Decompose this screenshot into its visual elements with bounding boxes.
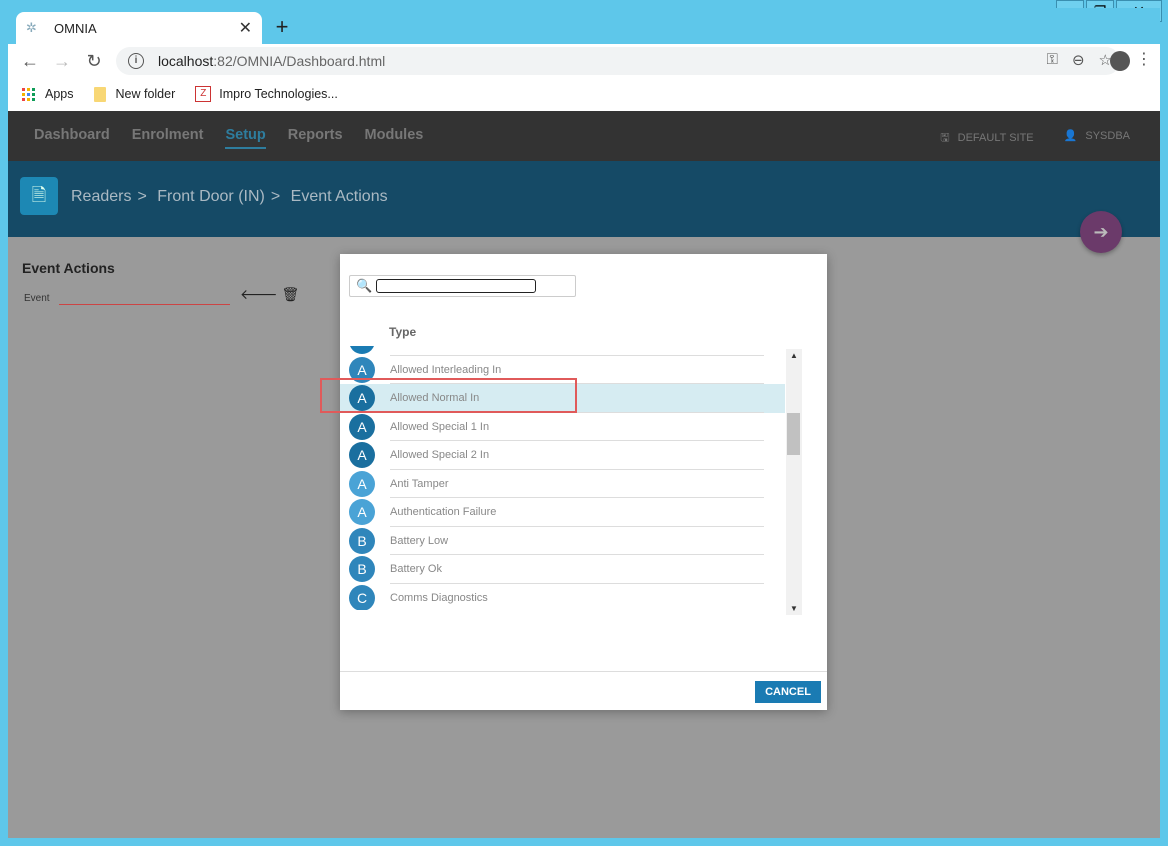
- letter-avatar: A: [349, 442, 375, 468]
- breadcrumb-event-actions: Event Actions: [290, 188, 388, 205]
- event-label: Event: [24, 293, 50, 304]
- letter-avatar: A: [349, 470, 375, 497]
- bookmark-label: New folder: [115, 87, 176, 101]
- column-header-type: Type: [389, 325, 417, 339]
- list-item[interactable]: A Anti Tamper: [340, 470, 785, 498]
- list-item-label: Authentication Failure: [390, 506, 497, 518]
- list-item-label: Battery Low: [390, 534, 449, 547]
- bookmarks-bar: Apps New folder Z Impro Technologies...: [8, 78, 1160, 110]
- tab-title: OMNIA: [54, 20, 97, 36]
- bookmark-impro[interactable]: Z Impro Technologies...: [195, 86, 338, 102]
- apps-grid-icon: [22, 87, 35, 101]
- event-field[interactable]: [59, 304, 230, 305]
- back-icon[interactable]: ←: [14, 51, 46, 72]
- back-fab-button[interactable]: ➔: [1080, 211, 1122, 253]
- menu-dots-icon[interactable]: ⋮: [1136, 49, 1152, 69]
- nav-right: 🖫 DEFAULT SITE 👤 SYSDBA: [940, 129, 1130, 148]
- list-item[interactable]: A Allowed Special 1 In: [340, 413, 785, 441]
- cancel-button[interactable]: CANCEL: [755, 681, 821, 703]
- site-selector[interactable]: 🖫 DEFAULT SITE: [940, 129, 1033, 148]
- app-navbar: Dashboard Enrolment Setup Reports Module…: [8, 111, 1160, 161]
- arrow-left-icon[interactable]: 🡐: [240, 286, 278, 303]
- floppy-icon: 🖫: [940, 132, 950, 144]
- search-box: 🔍: [349, 275, 576, 297]
- folder-icon: [93, 86, 106, 102]
- event-actions: 🡐 🗑: [240, 286, 299, 303]
- impro-logo-icon: Z: [195, 86, 212, 102]
- letter-avatar: B: [349, 556, 375, 582]
- list-item[interactable]: A Allowed Hosted Visitor In: [340, 346, 785, 356]
- omnibox-actions: ⚿ ⊖ ☆: [1047, 51, 1112, 69]
- selection-highlight-box: [320, 378, 577, 413]
- letter-avatar: C: [349, 584, 375, 610]
- document-alert-icon: 🗎: [20, 177, 58, 215]
- scroll-down-icon[interactable]: ▼: [786, 604, 802, 613]
- url-text: localhost:82/OMNIA/Dashboard.html: [158, 53, 386, 69]
- new-tab-button[interactable]: +: [270, 14, 294, 40]
- list-item-label: Battery Ok: [390, 563, 442, 575]
- list-item-label: Anti Tamper: [390, 477, 449, 490]
- site-label: DEFAULT SITE: [957, 132, 1034, 144]
- user-icon: 👤: [1063, 130, 1078, 142]
- list-item-label: Allowed Interleading In: [390, 363, 502, 376]
- tab-strip: ✲ OMNIA ✕ +: [8, 8, 1160, 44]
- list-item-label: Allowed Special 2 In: [390, 449, 490, 461]
- omnia-favicon-icon: ✲: [26, 20, 37, 35]
- nav-dashboard[interactable]: Dashboard: [34, 127, 110, 149]
- letter-avatar: A: [349, 346, 375, 354]
- browser-toolbar: ← → ↻ i localhost:82/OMNIA/Dashboard.htm…: [8, 44, 1160, 78]
- close-tab-icon[interactable]: ✕: [239, 18, 252, 38]
- list-item[interactable]: B Battery Ok: [340, 555, 785, 584]
- search-input[interactable]: [376, 279, 537, 293]
- list-item-label: Allowed Special 1 In: [390, 420, 490, 433]
- scroll-up-icon[interactable]: ▲: [786, 351, 802, 360]
- browser-tab[interactable]: ✲ OMNIA ✕: [16, 12, 262, 44]
- letter-avatar: A: [349, 499, 375, 525]
- bookmark-apps[interactable]: Apps: [22, 87, 74, 101]
- list-item[interactable]: B Battery Low: [340, 527, 785, 555]
- bookmark-label: Apps: [45, 87, 74, 101]
- info-icon[interactable]: i: [128, 53, 144, 69]
- letter-avatar: A: [349, 413, 375, 440]
- nav-reports[interactable]: Reports: [288, 127, 343, 149]
- browser-window: ✲ OMNIA ✕ + ← → ↻ i localhost:82/OMNIA/D…: [8, 8, 1160, 838]
- address-bar[interactable]: i localhost:82/OMNIA/Dashboard.html ⚿ ⊖ …: [116, 47, 1120, 75]
- page-title: Event Actions: [22, 260, 115, 276]
- nav-modules[interactable]: Modules: [365, 127, 424, 149]
- bookmark-new-folder[interactable]: New folder: [93, 86, 176, 102]
- breadcrumb-bar: 🗎 Readers > Front Door (IN) > Event Action…: [8, 161, 1160, 237]
- nav-enrolment[interactable]: Enrolment: [132, 127, 204, 149]
- zoom-icon[interactable]: ⊖: [1072, 51, 1085, 69]
- letter-avatar: B: [349, 527, 375, 554]
- scroll-thumb[interactable]: [787, 413, 800, 455]
- nav-setup[interactable]: Setup: [225, 127, 266, 149]
- list-item[interactable]: C Comms Diagnostics: [340, 584, 785, 610]
- profile-avatar-icon[interactable]: [1110, 51, 1130, 71]
- breadcrumb-front-door[interactable]: Front Door (IN): [157, 188, 265, 205]
- breadcrumb: Readers > Front Door (IN) > Event Actions: [71, 188, 388, 205]
- main-nav: Dashboard Enrolment Setup Reports Module…: [34, 127, 423, 149]
- omnia-app: Dashboard Enrolment Setup Reports Module…: [8, 111, 1160, 838]
- trash-icon[interactable]: 🗑: [282, 286, 300, 303]
- bookmark-label: Impro Technologies...: [219, 87, 338, 101]
- footer-divider: [340, 671, 827, 672]
- event-type-dialog: 🔍 Type A Allowed Hosted Visitor In A Allowe…: [340, 254, 827, 710]
- list-item[interactable]: A Allowed Special 2 In: [340, 441, 785, 470]
- list-item-label: Comms Diagnostics: [390, 591, 488, 604]
- search-icon: 🔍: [356, 278, 373, 293]
- breadcrumb-readers[interactable]: Readers: [71, 188, 131, 205]
- key-icon[interactable]: ⚿: [1047, 51, 1058, 69]
- list-scrollbar[interactable]: ▲ ▼: [786, 349, 802, 615]
- user-menu[interactable]: 👤 SYSDBA: [1064, 129, 1130, 148]
- list-item-label: Allowed Hosted Visitor In: [390, 346, 512, 347]
- user-label: SYSDBA: [1085, 130, 1130, 142]
- forward-icon[interactable]: →: [46, 51, 78, 72]
- list-item[interactable]: A Authentication Failure: [340, 498, 785, 527]
- reload-icon[interactable]: ↻: [78, 51, 110, 72]
